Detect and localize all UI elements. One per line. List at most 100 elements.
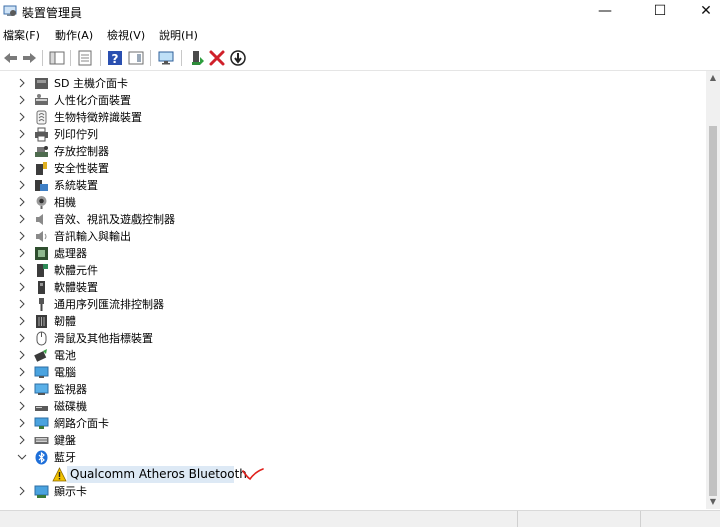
- chevron-right-icon[interactable]: [17, 112, 27, 122]
- tree-item-keyboards[interactable]: 鍵盤: [0, 432, 706, 449]
- chevron-right-icon[interactable]: [17, 78, 27, 88]
- tree-item-label: 電腦: [54, 366, 76, 379]
- title-bar: 裝置管理員 — ☐ ✕: [0, 0, 720, 22]
- chevron-right-icon[interactable]: [17, 299, 27, 309]
- tree-item-disk-drives[interactable]: 磁碟機: [0, 398, 706, 415]
- red-checkmark-annotation: [242, 468, 264, 481]
- tree-item-monitors[interactable]: 監視器: [0, 381, 706, 398]
- tree-item-label: 磁碟機: [54, 400, 87, 413]
- chevron-right-icon[interactable]: [17, 163, 27, 173]
- status-divider: [640, 511, 641, 527]
- chevron-right-icon[interactable]: [17, 401, 27, 411]
- scroll-down-arrow-icon[interactable]: ▼: [706, 495, 720, 509]
- tree-item-qualcomm-atheros-bluetooth[interactable]: Qualcomm Atheros Bluetooth: [0, 466, 706, 483]
- show-hide-console-tree-icon[interactable]: [48, 49, 66, 67]
- tree-item-label: 軟體元件: [54, 264, 98, 277]
- hid-icon: [35, 94, 48, 105]
- audio-io-icon: [36, 231, 47, 242]
- menu-file[interactable]: 檔案(F): [3, 27, 40, 43]
- tree-item-hid[interactable]: 人性化介面裝置: [0, 92, 706, 109]
- scroll-up-arrow-icon[interactable]: ▲: [706, 71, 720, 85]
- minimize-button[interactable]: —: [582, 0, 628, 22]
- chevron-right-icon[interactable]: [17, 95, 27, 105]
- tree-item-computer[interactable]: 電腦: [0, 364, 706, 381]
- tree-item-network-adapters[interactable]: 網路介面卡: [0, 415, 706, 432]
- menu-help[interactable]: 說明(H): [159, 27, 198, 43]
- network-adapter-icon: [34, 417, 49, 429]
- chevron-right-icon[interactable]: [17, 418, 27, 428]
- tree-item-display-adapters[interactable]: 顯示卡: [0, 483, 706, 500]
- tree-item-processors[interactable]: 處理器: [0, 245, 706, 262]
- chevron-right-icon[interactable]: [17, 367, 27, 377]
- biometric-icon: [36, 110, 47, 125]
- tree-item-firmware[interactable]: 韌體: [0, 313, 706, 330]
- disable-icon[interactable]: [229, 49, 247, 67]
- chevron-right-icon[interactable]: [17, 350, 27, 360]
- tree-item-usb-controllers[interactable]: 通用序列匯流排控制器: [0, 296, 706, 313]
- update-driver-icon[interactable]: [188, 49, 206, 67]
- back-icon[interactable]: [2, 49, 20, 67]
- tree-item-system-devices[interactable]: 系統裝置: [0, 177, 706, 194]
- chevron-right-icon[interactable]: [17, 248, 27, 258]
- forward-icon[interactable]: [20, 49, 38, 67]
- keyboard-icon: [34, 437, 49, 444]
- scrollbar-thumb[interactable]: [709, 126, 717, 496]
- tree-item-security-devices[interactable]: 安全性裝置: [0, 160, 706, 177]
- tree-item-audio-io[interactable]: 音訊輸入與輸出: [0, 228, 706, 245]
- tree-item-software-devices[interactable]: 軟體裝置: [0, 279, 706, 296]
- toolbar-separator: [42, 50, 43, 66]
- firmware-icon: [36, 315, 47, 328]
- properties-icon[interactable]: [76, 49, 94, 67]
- device-manager-app-icon: [3, 5, 17, 16]
- chevron-right-icon[interactable]: [17, 197, 27, 207]
- tree-item-label: 監視器: [54, 383, 87, 396]
- action-pane-icon[interactable]: [127, 49, 145, 67]
- tree-item-label: 電池: [54, 349, 76, 362]
- maximize-button[interactable]: ☐: [637, 0, 683, 22]
- chevron-right-icon[interactable]: [17, 180, 27, 190]
- chevron-right-icon[interactable]: [17, 486, 27, 496]
- tree-item-biometric[interactable]: 生物特徵辨識裝置: [0, 109, 706, 126]
- tree-item-label: 通用序列匯流排控制器: [54, 298, 164, 311]
- chevron-right-icon[interactable]: [17, 333, 27, 343]
- window-title: 裝置管理員: [22, 6, 83, 20]
- help-icon[interactable]: ?: [106, 49, 124, 67]
- tree-item-bluetooth[interactable]: 藍牙: [0, 449, 706, 466]
- tree-item-batteries[interactable]: 電池: [0, 347, 706, 364]
- monitor-icon[interactable]: [157, 49, 175, 67]
- tree-item-sd-host[interactable]: SD 主機介面卡: [0, 75, 706, 92]
- tree-item-camera[interactable]: 相機: [0, 194, 706, 211]
- menu-action[interactable]: 動作(A): [55, 27, 93, 43]
- tree-item-label: 人性化介面裝置: [54, 94, 131, 107]
- tree-item-label: 藍牙: [54, 451, 76, 464]
- chevron-right-icon[interactable]: [17, 435, 27, 445]
- chevron-right-icon[interactable]: [17, 265, 27, 275]
- chevron-right-icon[interactable]: [17, 316, 27, 326]
- display-adapter-icon: [34, 485, 49, 498]
- tree-item-sound-video-game[interactable]: 音效、視訊及遊戲控制器: [0, 211, 706, 228]
- uninstall-icon[interactable]: [208, 49, 226, 67]
- tree-item-label: 列印佇列: [54, 128, 98, 141]
- software-component-icon: [37, 264, 48, 277]
- tree-item-software-components[interactable]: 軟體元件: [0, 262, 706, 279]
- tree-item-label: 相機: [54, 196, 76, 209]
- chevron-right-icon[interactable]: [17, 282, 27, 292]
- tree-item-label: 音訊輸入與輸出: [54, 230, 131, 243]
- menu-view[interactable]: 檢視(V): [107, 27, 145, 43]
- tree-item-label: 軟體裝置: [54, 281, 98, 294]
- tree-item-label: 生物特徵辨識裝置: [54, 111, 142, 124]
- chevron-right-icon[interactable]: [17, 231, 27, 241]
- status-bar: [0, 510, 720, 527]
- tree-item-print-queue[interactable]: 列印佇列: [0, 126, 706, 143]
- chevron-right-icon[interactable]: [17, 146, 27, 156]
- chevron-right-icon[interactable]: [17, 384, 27, 394]
- menu-bar: 檔案(F) 動作(A) 檢視(V) 說明(H): [0, 24, 720, 44]
- chevron-right-icon[interactable]: [17, 129, 27, 139]
- tree-item-storage-controllers[interactable]: 存放控制器: [0, 143, 706, 160]
- vertical-scrollbar[interactable]: ▲ ▼: [706, 71, 720, 509]
- chevron-down-icon[interactable]: [17, 452, 27, 462]
- close-button[interactable]: ✕: [683, 0, 720, 22]
- chevron-right-icon[interactable]: [17, 214, 27, 224]
- tree-item-label: 網路介面卡: [54, 417, 109, 430]
- tree-item-mice[interactable]: 滑鼠及其他指標裝置: [0, 330, 706, 347]
